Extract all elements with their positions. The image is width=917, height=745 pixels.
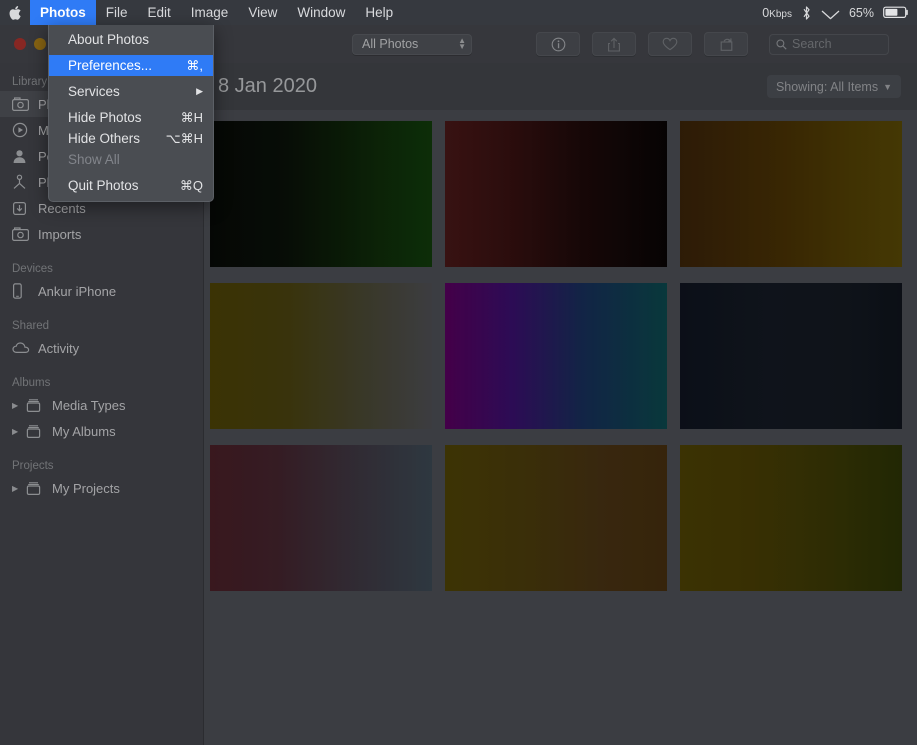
apple-logo-icon[interactable]	[0, 0, 30, 25]
menu-item-shortcut: ⌘H	[180, 109, 203, 125]
chevron-updown-icon: ▲ ▼	[458, 36, 466, 51]
sidebar-item-label: Ankur iPhone	[38, 283, 117, 299]
sidebar-item-label: Media Types	[52, 397, 126, 413]
menu-item-show-all: Show All	[49, 149, 213, 170]
sidebar-section-header-shared: Shared	[12, 320, 50, 332]
showing-filter-label: Showing: All Items	[775, 79, 879, 94]
places-icon	[12, 174, 34, 190]
network-speed-indicator[interactable]: 0Kbps	[762, 6, 792, 20]
info-button[interactable]	[536, 32, 580, 56]
sidebar-item-label: My Projects	[52, 480, 120, 496]
menu-item-quit-photos[interactable]: Quit Photos ⌘Q	[49, 175, 213, 196]
menu-help[interactable]: Help	[355, 0, 403, 25]
minimize-window-button[interactable]	[34, 38, 46, 50]
favorite-button[interactable]	[648, 32, 692, 56]
chevron-down-icon: ▼	[883, 81, 892, 92]
search-input[interactable]: Search	[792, 37, 832, 51]
menu-item-preferences[interactable]: Preferences... ⌘,	[49, 55, 213, 76]
sidebar-section-header-devices: Devices	[12, 263, 53, 275]
search-field[interactable]: Search	[769, 33, 889, 55]
menu-item-services[interactable]: Services ▶	[49, 81, 213, 102]
menu-image[interactable]: Image	[181, 0, 239, 25]
menu-view[interactable]: View	[238, 0, 287, 25]
menu-item-label: About Photos	[68, 32, 150, 47]
menu-file[interactable]: File	[96, 0, 138, 25]
iphone-icon	[12, 283, 34, 299]
menu-item-hide-others[interactable]: Hide Others ⌥⌘H	[49, 128, 213, 149]
memories-icon	[12, 122, 34, 138]
photos-app-menu[interactable]: About Photos Preferences... ⌘, Services …	[48, 25, 214, 202]
share-button[interactable]	[592, 32, 636, 56]
imports-icon	[12, 227, 34, 241]
search-icon	[776, 38, 787, 50]
toolbar-button-group	[536, 32, 748, 56]
battery-percent-label: 65%	[848, 5, 874, 20]
album-icon	[26, 481, 48, 496]
photo-grid-pane: 8 Jan 2020 Showing: All Items ▼	[204, 63, 917, 745]
menu-item-shortcut: ⌘,	[186, 57, 203, 73]
battery-icon[interactable]	[883, 6, 909, 19]
sidebar-item-media-types[interactable]: ▶ Media Types	[0, 392, 203, 418]
people-icon	[12, 149, 34, 164]
chevron-right-icon[interactable]: ▶	[12, 484, 26, 493]
sidebar-section-header-albums: Albums	[12, 377, 51, 389]
menu-bar: Photos File Edit Image View Window Help …	[0, 0, 917, 25]
showing-filter-button[interactable]: Showing: All Items ▼	[766, 75, 901, 98]
sidebar-item-ankur-iphone[interactable]: Ankur iPhone	[0, 278, 203, 304]
menu-item-label: Show All	[68, 152, 120, 167]
rotate-button[interactable]	[704, 32, 748, 56]
sidebar-item-my-projects[interactable]: ▶ My Projects	[0, 475, 203, 501]
photo-thumbnail-8[interactable]	[445, 445, 667, 591]
menu-photos[interactable]: Photos	[30, 0, 96, 25]
photo-thumbnail-2[interactable]	[445, 121, 667, 267]
sidebar-item-label: My Albums	[52, 423, 116, 439]
menu-item-shortcut: ⌥⌘H	[165, 130, 203, 146]
menu-item-label: Quit Photos	[68, 178, 139, 193]
wifi-icon[interactable]	[821, 6, 840, 20]
content-header: 8 Jan 2020 Showing: All Items ▼	[204, 63, 917, 110]
photo-thumbnail-1[interactable]	[210, 121, 432, 267]
photo-thumbnail-4[interactable]	[210, 283, 432, 429]
sidebar-item-label: Recents	[38, 200, 86, 216]
view-mode-popup[interactable]: All Photos ▲ ▼	[352, 33, 472, 55]
bluetooth-icon[interactable]	[801, 5, 812, 21]
menu-item-about-photos[interactable]: About Photos	[49, 29, 213, 50]
menu-item-label: Hide Others	[68, 131, 141, 146]
photo-thumbnail-6[interactable]	[680, 283, 902, 429]
submenu-arrow-icon: ▶	[196, 86, 203, 96]
sidebar-item-label: Imports	[38, 226, 82, 242]
menu-bar-items: Photos File Edit Image View Window Help	[0, 0, 403, 25]
photos-icon	[12, 97, 34, 111]
sidebar-item-my-albums[interactable]: ▶ My Albums	[0, 418, 203, 444]
photo-thumbnail-9[interactable]	[680, 445, 902, 591]
menu-bar-status: 0Kbps 65%	[762, 5, 917, 21]
menu-window[interactable]: Window	[287, 0, 355, 25]
photo-grid	[204, 110, 917, 591]
sidebar-item-activity[interactable]: Activity	[0, 335, 203, 361]
sidebar-item-imports[interactable]: Imports	[0, 221, 203, 247]
photo-thumbnail-3[interactable]	[680, 121, 902, 267]
menu-item-label: Hide Photos	[68, 110, 142, 125]
menu-edit[interactable]: Edit	[138, 0, 181, 25]
menu-item-shortcut: ⌘Q	[179, 177, 203, 193]
cloud-icon	[12, 342, 34, 354]
screen: All Photos ▲ ▼ Search Library Recents Im…	[0, 0, 917, 745]
menu-item-hide-photos[interactable]: Hide Photos ⌘H	[49, 107, 213, 128]
photo-thumbnail-5[interactable]	[445, 283, 667, 429]
album-icon	[26, 398, 48, 413]
date-header: 8 Jan 2020	[218, 75, 317, 97]
album-icon	[26, 424, 48, 439]
chevron-right-icon[interactable]: ▶	[12, 427, 26, 436]
view-mode-value: All Photos	[362, 37, 419, 51]
chevron-right-icon[interactable]: ▶	[12, 401, 26, 410]
sidebar-item-label: Activity	[38, 340, 80, 356]
close-window-button[interactable]	[14, 38, 26, 50]
photo-thumbnail-7[interactable]	[210, 445, 432, 591]
recents-icon	[12, 201, 34, 216]
menu-item-label: Preferences...	[68, 58, 153, 73]
menu-item-label: Services	[68, 84, 120, 99]
sidebar-section-header-projects: Projects	[12, 460, 54, 472]
